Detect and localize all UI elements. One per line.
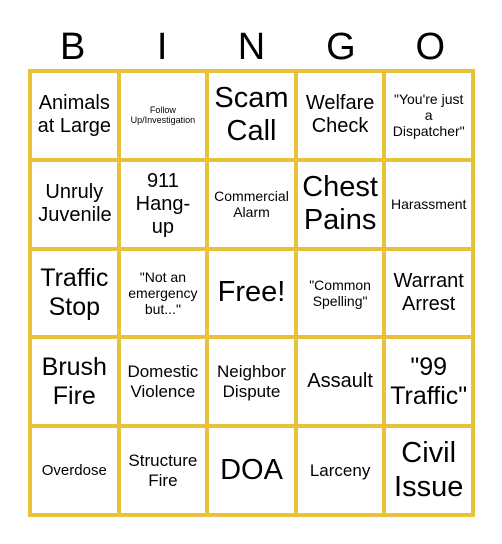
header-letter-g: G [326,26,356,68]
header-letter-b: B [60,26,86,68]
bingo-board: Animals at Large Follow Up/Investigation… [28,69,475,517]
bingo-cell[interactable]: Warrant Arrest [386,250,471,336]
cell-label: "99 Traffic" [390,353,468,410]
header-letter-i: I [156,26,168,68]
bingo-cell[interactable]: Chest Pains [297,161,383,247]
cell-label: Civil Issue [394,437,464,503]
cell-label: Warrant Arrest [393,269,464,315]
cell-label: Overdose [41,461,107,479]
header-letter-o: O [415,26,446,68]
cell-label: Assault [307,370,373,393]
cell-label: Harassment [390,196,467,213]
cell-label: Unruly Juvenile [38,181,112,227]
bingo-cell[interactable]: Civil Issue [386,428,471,513]
cell-label: Welfare Check [305,92,375,138]
cell-label: Traffic Stop [40,264,109,321]
cell-label: Chest Pains [302,170,378,237]
cell-label: Neighbor Dispute [216,362,286,401]
cell-label: Domestic Violence [127,362,199,401]
bingo-cell[interactable]: Traffic Stop [32,250,117,336]
bingo-cell[interactable]: DOA [209,428,294,513]
bingo-cell[interactable]: Harassment [386,161,471,247]
bingo-cell[interactable]: "99 Traffic" [386,339,471,425]
cell-label: DOA [220,453,283,486]
cell-label: Follow Up/Investigation [130,105,196,126]
bingo-cell[interactable]: 911 Hang-up [120,161,206,247]
bingo-cell[interactable]: "Not an emergency but..." [120,250,206,336]
cell-label: "Not an emergency but..." [128,268,198,318]
cell-label: Brush Fire [41,353,107,410]
free-space-label: Free! [217,276,286,309]
bingo-cell[interactable]: Overdose [32,428,117,513]
bingo-cell[interactable]: Follow Up/Investigation [120,73,206,158]
free-space[interactable]: Free! [209,250,294,336]
cell-label: Animals at Large [37,92,111,138]
bingo-cell[interactable]: Domestic Violence [120,339,206,425]
bingo-cell[interactable]: Structure Fire [120,428,206,513]
bingo-cell[interactable]: Scam Call [209,73,294,158]
cell-label: 911 Hang-up [135,169,191,238]
bingo-cell[interactable]: "Common Spelling" [297,250,383,336]
bingo-cell[interactable]: Animals at Large [32,73,117,158]
bingo-header: B I N G O [28,26,475,68]
header-letter-n: N [237,26,266,68]
cell-label: Scam Call [214,82,289,148]
cell-label: Structure Fire [128,451,198,490]
cell-label: Commercial Alarm [214,188,289,221]
cell-label: Larceny [309,460,371,480]
bingo-cell[interactable]: Neighbor Dispute [209,339,294,425]
bingo-cell[interactable]: Brush Fire [32,339,117,425]
bingo-cell[interactable]: Assault [297,339,383,425]
bingo-cell[interactable]: Unruly Juvenile [32,161,117,247]
bingo-cell[interactable]: Larceny [297,428,383,513]
bingo-cell[interactable]: Commercial Alarm [209,161,294,247]
cell-label: "You're just a Dispatcher" [392,91,465,140]
bingo-cell[interactable]: "You're just a Dispatcher" [386,73,471,158]
bingo-cell[interactable]: Welfare Check [297,73,383,158]
cell-label: "Common Spelling" [309,276,371,309]
